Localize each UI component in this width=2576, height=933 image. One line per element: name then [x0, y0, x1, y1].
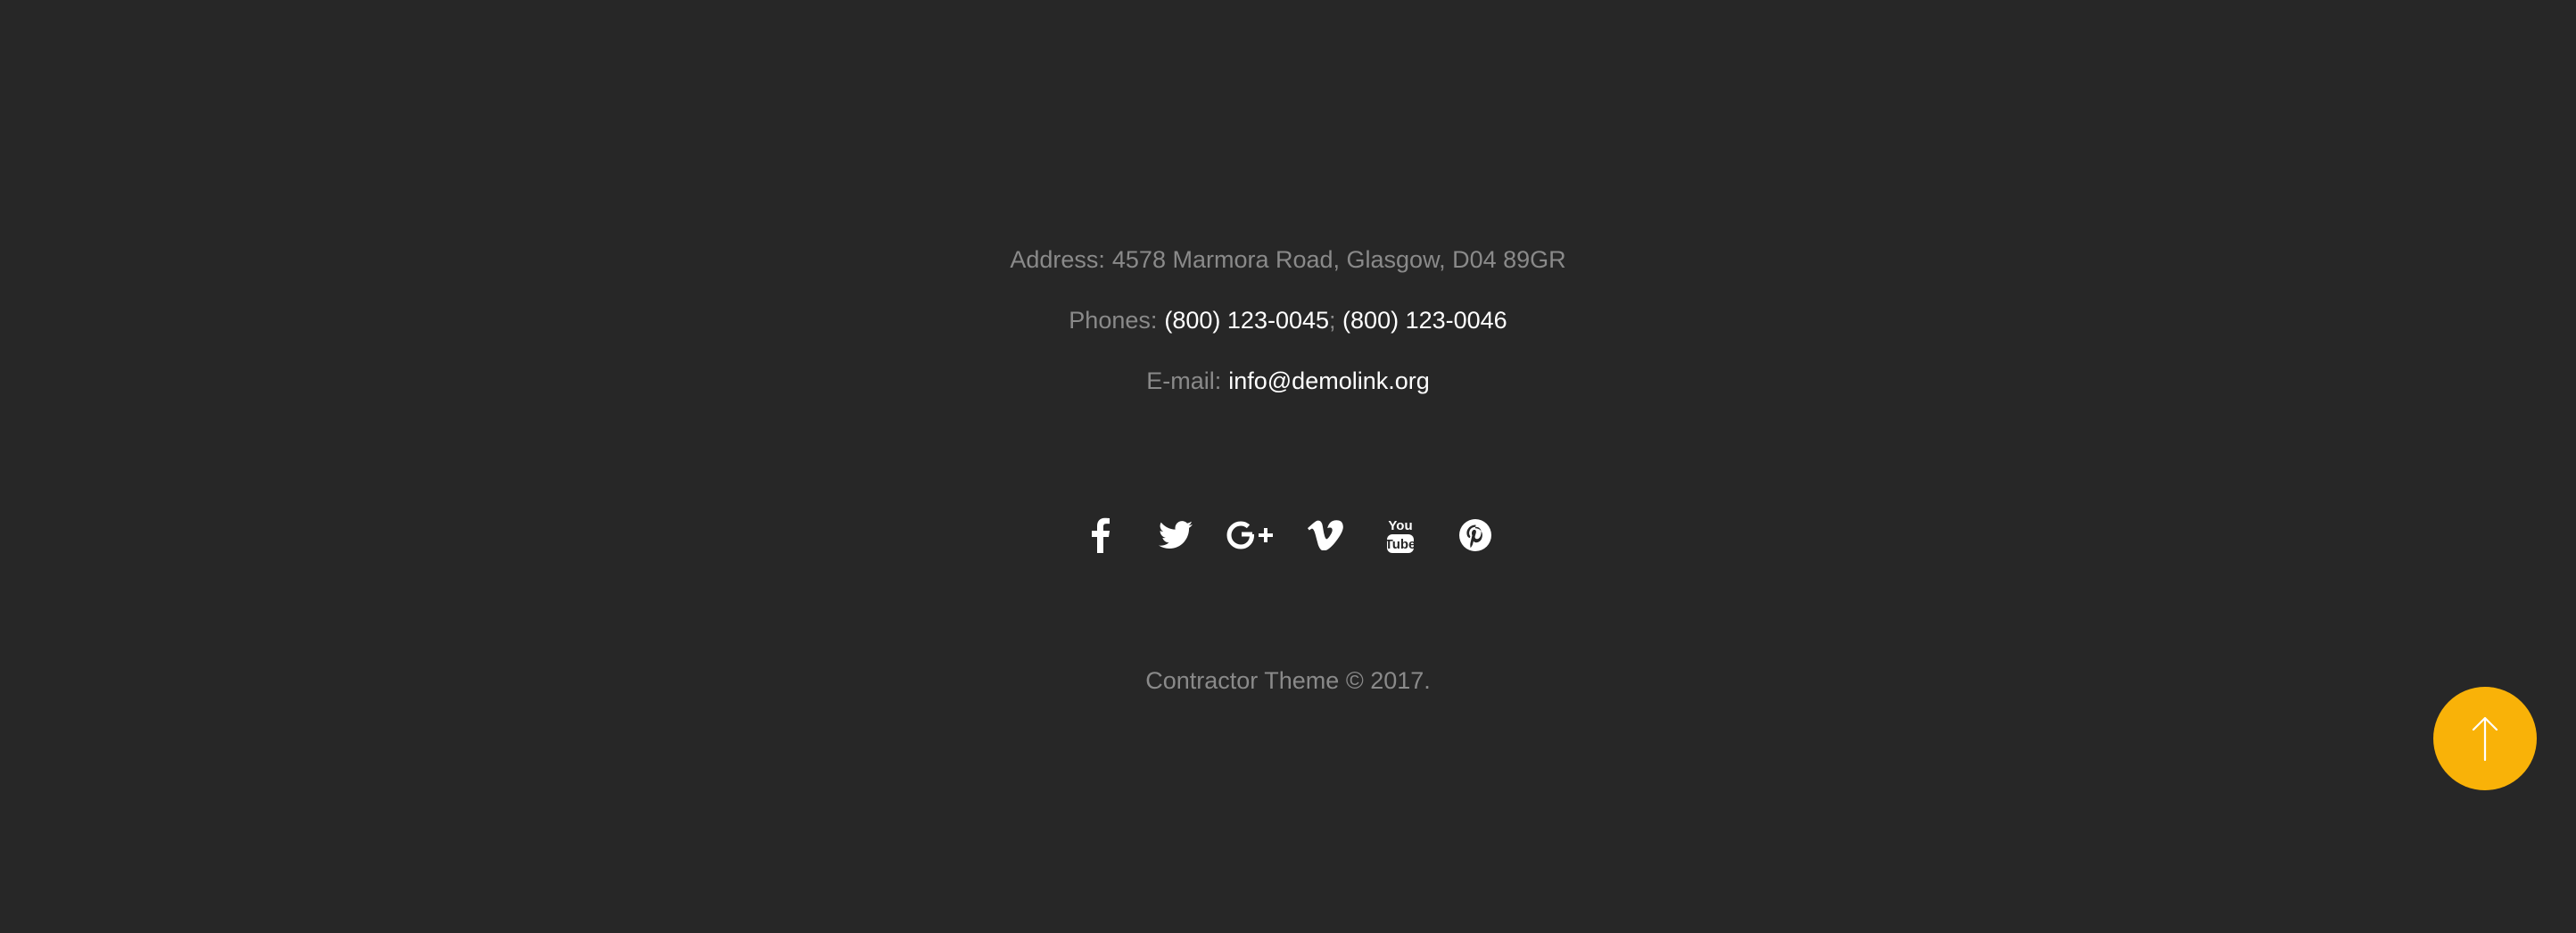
- facebook-icon: [1092, 517, 1110, 553]
- email-label: E-mail:: [1146, 367, 1222, 394]
- address-line: Address: 4578 Marmora Road, Glasgow, D04 …: [0, 244, 2576, 275]
- email-line: E-mail: info@demolink.org: [0, 366, 2576, 396]
- address-label: Address:: [1010, 246, 1105, 273]
- google-plus-icon: [1226, 521, 1273, 549]
- youtube-link[interactable]: You Tube: [1363, 510, 1438, 560]
- pinterest-icon: [1459, 519, 1491, 551]
- vimeo-link[interactable]: [1288, 510, 1363, 560]
- facebook-link[interactable]: [1063, 510, 1138, 560]
- phone-link-1[interactable]: (800) 123-0045: [1164, 307, 1329, 334]
- page-footer: Address: 4578 Marmora Road, Glasgow, D04 …: [0, 0, 2576, 933]
- twitter-icon: [1159, 521, 1193, 549]
- phones-line: Phones: (800) 123-0045; (800) 123-0046: [0, 305, 2576, 335]
- copyright-text: Contractor Theme © 2017.: [1145, 667, 1431, 694]
- pinterest-link[interactable]: [1438, 510, 1513, 560]
- svg-text:You: You: [1388, 518, 1412, 533]
- scroll-to-top-button[interactable]: [2433, 687, 2537, 790]
- phone-separator: ;: [1329, 307, 1336, 334]
- arrow-up-icon: [2472, 716, 2498, 762]
- svg-text:Tube: Tube: [1385, 537, 1416, 552]
- phones-label: Phones:: [1069, 307, 1158, 334]
- google-plus-link[interactable]: [1213, 510, 1288, 560]
- youtube-icon: You Tube: [1385, 518, 1416, 553]
- phone-link-2[interactable]: (800) 123-0046: [1342, 307, 1507, 334]
- social-links: You Tube: [0, 510, 2576, 560]
- address-value: 4578 Marmora Road, Glasgow, D04 89GR: [1111, 246, 1566, 273]
- twitter-link[interactable]: [1138, 510, 1213, 560]
- email-link[interactable]: info@demolink.org: [1228, 367, 1430, 394]
- vimeo-icon: [1308, 520, 1343, 550]
